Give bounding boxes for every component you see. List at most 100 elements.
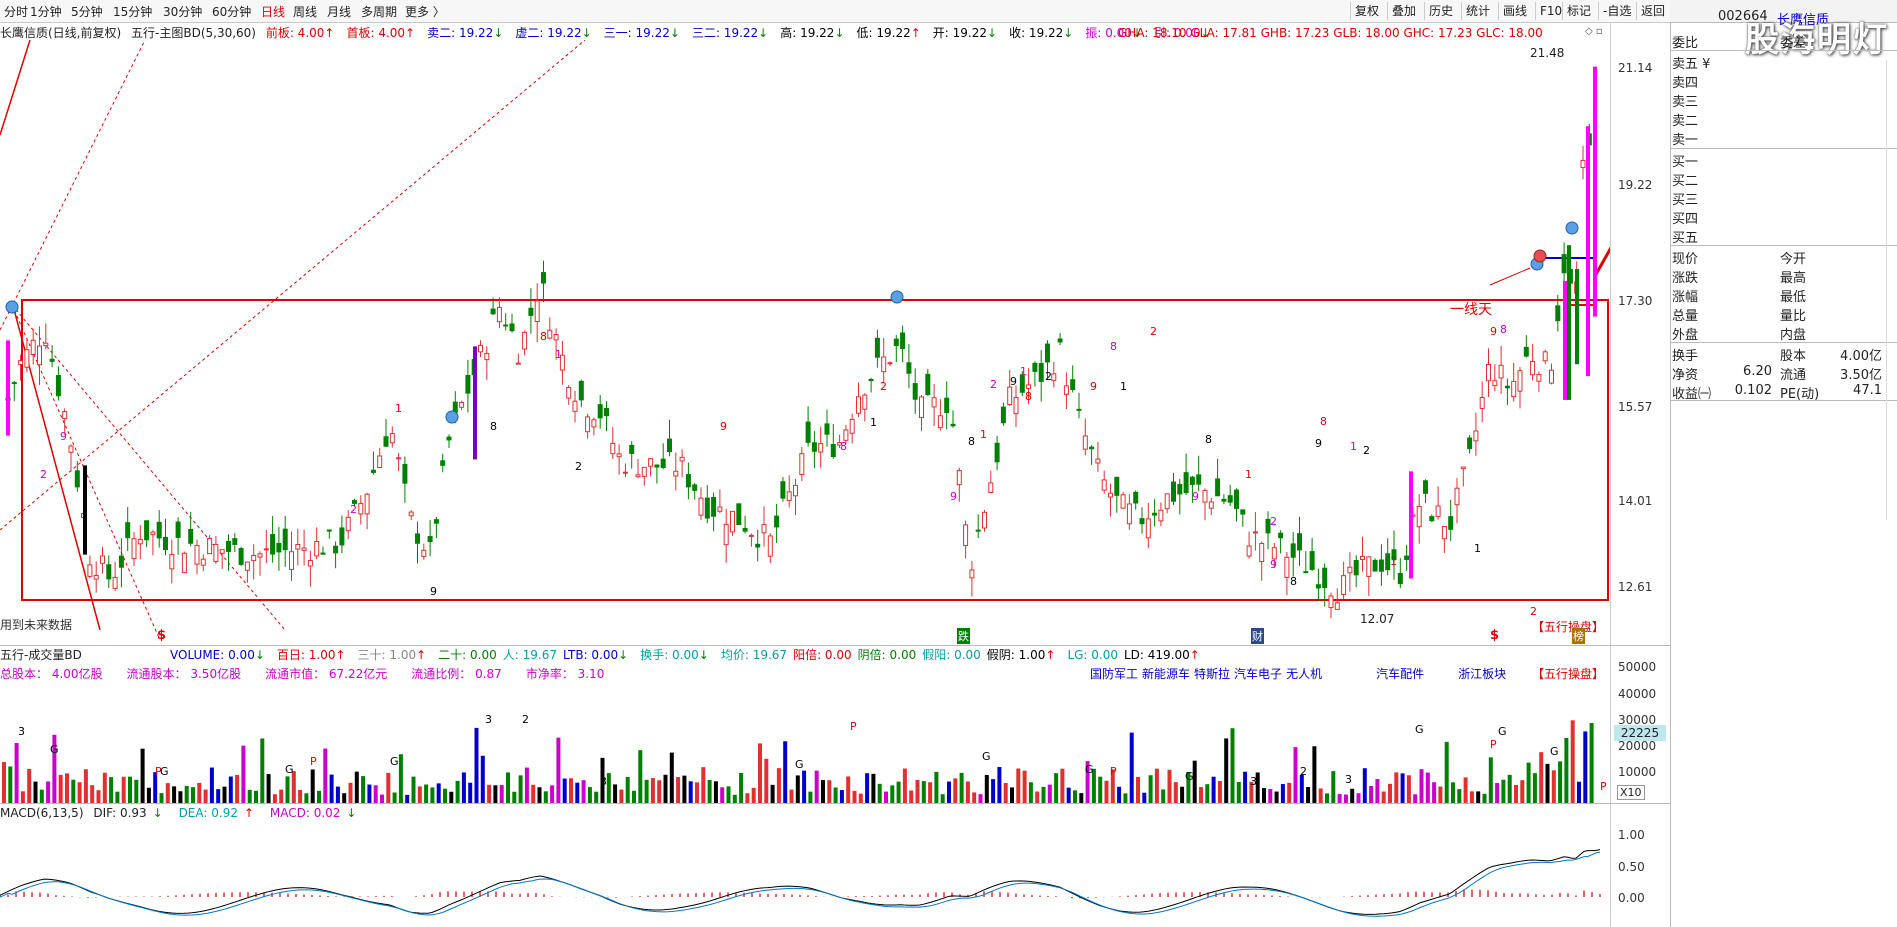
candle-body — [1240, 509, 1246, 515]
watchlist-button[interactable]: -自选 — [1598, 2, 1635, 20]
trend-line — [0, 40, 146, 331]
mark-button[interactable]: 标记 — [1562, 2, 1595, 20]
fuquan-button[interactable]: 复权 — [1350, 2, 1383, 20]
candle-body — [893, 338, 899, 347]
candle-body — [1038, 362, 1044, 382]
volume-marker: G — [390, 755, 399, 768]
volume-bar — [424, 784, 429, 803]
candle-body — [389, 433, 395, 444]
volume-bar — [852, 790, 857, 803]
period-weekly[interactable]: 周线 — [293, 3, 317, 20]
candle-body — [131, 538, 137, 560]
event-marker-dollar[interactable]: $ — [1490, 628, 1499, 643]
candle-body — [1309, 551, 1315, 570]
volume-bar — [1583, 731, 1588, 803]
candle-body — [925, 373, 931, 396]
draw-line-button[interactable]: 画线 — [1498, 2, 1531, 20]
candlestick-chart[interactable]: 9812981298129812 981 298129812981 29 8129812 — [0, 40, 1610, 645]
history-button[interactable]: 历史 — [1424, 2, 1457, 20]
volume-bar — [1551, 770, 1556, 803]
highlight-candle — [1567, 245, 1571, 400]
back-button[interactable]: 返回 — [1636, 2, 1669, 20]
period-daily[interactable]: 日线 — [261, 3, 285, 20]
watermark-logo: 股海明灯 — [1745, 20, 1889, 60]
price-axis-label: 14.01 — [1618, 494, 1653, 508]
volume-field: 百日: 1.00↑ — [276, 648, 346, 662]
stats-button[interactable]: 统计 — [1461, 2, 1494, 20]
candle-body — [811, 442, 817, 452]
chart-settings-icon[interactable]: ◇ ▫ — [1585, 26, 1603, 37]
volume-bar — [436, 783, 441, 803]
volume-bar — [58, 774, 63, 803]
candle-body — [163, 536, 168, 551]
volume-bar — [720, 787, 725, 803]
volume-bar — [1073, 790, 1077, 803]
period-30min[interactable]: 30分钟 — [163, 3, 202, 20]
volume-bar — [644, 779, 649, 803]
volume-bar — [833, 787, 838, 803]
period-60min[interactable]: 60分钟 — [212, 3, 251, 20]
candle-body — [1013, 397, 1019, 415]
event-marker-bang[interactable]: 榜 — [1572, 628, 1585, 644]
period-multi[interactable]: 多周期 — [361, 3, 397, 20]
volume-bar — [1035, 791, 1040, 803]
period-fenshi[interactable]: 分时 — [4, 3, 28, 20]
candle-body — [534, 300, 540, 323]
candle-body — [87, 564, 93, 577]
marker-number: 8 — [1320, 415, 1327, 428]
volume-bar — [1280, 784, 1285, 803]
event-marker-die[interactable]: 跌 — [957, 628, 970, 644]
period-5min[interactable]: 5分钟 — [71, 3, 103, 20]
period-monthly[interactable]: 月线 — [327, 3, 351, 20]
candle-body — [1026, 384, 1032, 389]
volume-marker: P — [310, 755, 317, 768]
period-1min[interactable]: 1分钟 — [30, 3, 62, 20]
stat-label: 最高 — [1780, 271, 1807, 286]
candle-body — [1196, 474, 1202, 485]
marker-number: 8 — [1110, 340, 1117, 353]
volume-bar — [405, 794, 410, 803]
scale-label[interactable]: X10 — [1617, 785, 1645, 800]
candle-body — [849, 418, 855, 434]
volume-bar — [909, 790, 914, 803]
overlay-button[interactable]: 叠加 — [1387, 2, 1420, 20]
volume-bar — [808, 791, 813, 803]
volume-marker: 2 — [1300, 765, 1307, 778]
volume-bar — [1507, 774, 1512, 803]
candle-body — [150, 531, 156, 536]
fund-value: 3.50亿 — [1840, 368, 1882, 383]
annotation-arrow — [1593, 246, 1610, 277]
volume-bar — [1337, 794, 1342, 803]
volume-bar — [550, 785, 555, 803]
candle-body — [314, 540, 320, 557]
buy-level-label: 买二 — [1672, 174, 1699, 189]
period-more[interactable]: 更多 〉 — [405, 3, 445, 20]
volume-bar — [1577, 781, 1581, 803]
volume-bar — [1268, 789, 1273, 803]
marker-number: 9 — [1315, 437, 1322, 450]
macd-title[interactable]: MACD(6,13,5) — [0, 806, 84, 820]
event-marker-dollar[interactable]: $ — [157, 628, 166, 643]
period-15min[interactable]: 15分钟 — [113, 3, 152, 20]
volume-bar — [1154, 768, 1159, 803]
volume-bar — [1117, 786, 1122, 803]
candle-body — [793, 484, 798, 497]
candle-body — [55, 375, 61, 397]
trend-line — [11, 304, 286, 631]
fund-value: 0.102 — [1734, 383, 1772, 398]
candle-body — [553, 334, 559, 341]
event-marker-cai[interactable]: 财 — [1251, 628, 1264, 644]
volume-indicator-name[interactable]: 五行-成交量BD — [0, 648, 82, 662]
macd-chart[interactable] — [0, 822, 1610, 927]
main-indicator-name[interactable]: 五行-主图BD(5,30,60) — [131, 26, 256, 40]
candle-body — [761, 524, 767, 534]
candle-body — [692, 484, 698, 491]
volume-bar — [109, 777, 114, 803]
quote-scrollbar[interactable] — [1886, 60, 1897, 520]
candle-body — [1328, 595, 1334, 609]
volume-bar — [732, 794, 737, 803]
candle-body — [43, 342, 49, 347]
volume-chart[interactable]: 3GPG GP G3 23GPGG P G 323GPGGP — [0, 665, 1610, 803]
candle-body — [24, 349, 30, 368]
macd-axis-label: 1.00 — [1618, 828, 1645, 842]
